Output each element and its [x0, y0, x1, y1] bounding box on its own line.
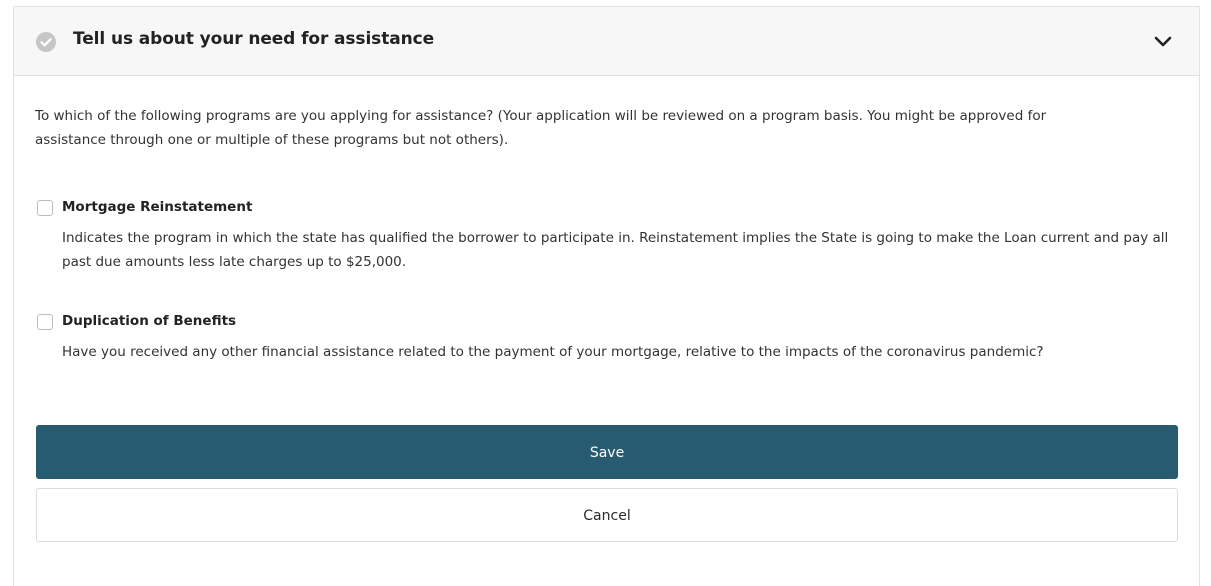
panel-header[interactable]: Tell us about your need for assistance: [14, 7, 1199, 76]
save-button[interactable]: Save: [36, 425, 1178, 479]
option-duplication-of-benefits: Duplication of Benefits Have you receive…: [35, 312, 1185, 364]
option-row[interactable]: Duplication of Benefits: [35, 312, 1185, 336]
option-mortgage-reinstatement: Mortgage Reinstatement Indicates the pro…: [35, 198, 1185, 274]
option-row[interactable]: Mortgage Reinstatement: [35, 198, 1185, 222]
option-label[interactable]: Mortgage Reinstatement: [62, 199, 252, 215]
intro-text: To which of the following programs are y…: [35, 108, 1047, 148]
panel-content: To which of the following programs are y…: [35, 104, 1185, 360]
section-title: Tell us about your need for assistance: [73, 29, 435, 49]
duplication-of-benefits-checkbox[interactable]: [37, 314, 53, 330]
check-circle-icon: [36, 32, 56, 52]
cancel-button[interactable]: Cancel: [36, 488, 1178, 542]
option-description: Indicates the program in which the state…: [62, 230, 1169, 270]
option-description: Have you received any other financial as…: [62, 344, 1044, 360]
assistance-panel: Tell us about your need for assistance T…: [13, 6, 1200, 586]
mortgage-reinstatement-checkbox[interactable]: [37, 200, 53, 216]
chevron-down-icon[interactable]: [1153, 34, 1173, 50]
option-label[interactable]: Duplication of Benefits: [62, 313, 236, 329]
